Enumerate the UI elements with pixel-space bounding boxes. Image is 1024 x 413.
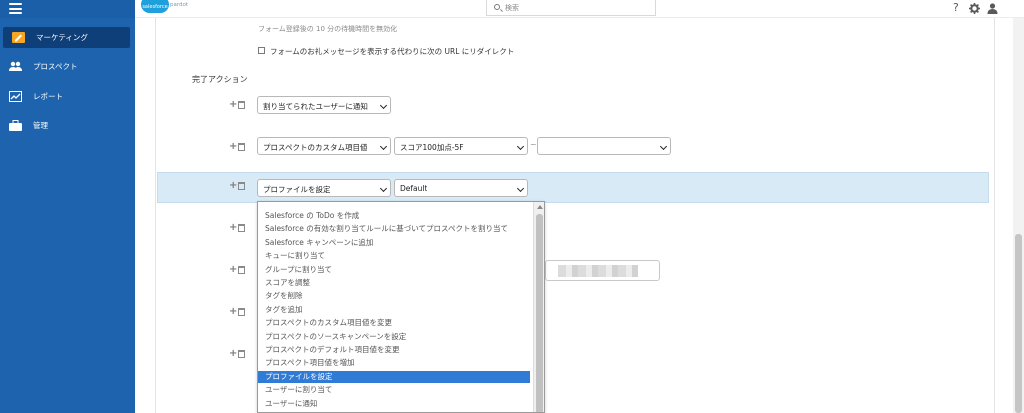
sidebar-item-reports[interactable]: レポート [0, 86, 135, 107]
action-select-3-value: プロファイルを設定 [263, 185, 331, 194]
sidebar-item-label: マーケティング [36, 33, 88, 42]
action-select-2-value: プロスペクトのカスタム項目値 [263, 143, 368, 152]
add-action-icon[interactable]: + [229, 265, 237, 275]
delete-action-icon[interactable] [238, 308, 245, 316]
sidebar-item-label: 管理 [33, 121, 48, 130]
top-bar: salesforce pardot 検索 ? [0, 0, 1024, 18]
redacted-value-field[interactable] [545, 260, 660, 281]
delete-action-icon[interactable] [238, 101, 245, 109]
custom-field-select-value: スコア100加点-5F [400, 143, 464, 152]
sidebar: マーケティング プロスペクト レポート 管理 [0, 18, 135, 413]
sidebar-item-label: レポート [33, 92, 63, 101]
option-assign-by-rule[interactable]: Salesforce の有効な割り当てルールに基づいてプロスペクトを割り当て [258, 223, 530, 235]
custom-field-select[interactable]: スコア100加点-5F [394, 137, 528, 155]
search-input[interactable]: 検索 [486, 0, 656, 16]
option-remove-tag[interactable]: タグを削除 [258, 290, 530, 302]
page-scrollbar-thumb[interactable] [1015, 234, 1022, 413]
action-select-1-value: 割り当てられたユーザーに通知 [263, 102, 368, 111]
option-increment-field[interactable]: プロスペクト項目値を増加 [258, 357, 530, 369]
add-action-icon[interactable]: + [229, 142, 237, 152]
option-adjust-score[interactable]: スコアを調整 [258, 277, 530, 289]
redacted-text [558, 265, 638, 277]
add-action-icon[interactable]: + [229, 181, 237, 191]
chart-icon [9, 91, 22, 102]
dropdown-scrollbar[interactable] [533, 202, 544, 412]
chevron-down-icon [379, 142, 388, 151]
add-action-icon[interactable]: + [229, 223, 237, 233]
action-row-controls: + [229, 265, 248, 275]
option-assign-queue[interactable]: キューに割り当て [258, 250, 530, 262]
sidebar-header [0, 0, 135, 18]
delete-action-icon[interactable] [238, 182, 245, 190]
sidebar-item-label: プロスペクト [33, 62, 78, 71]
pardot-label: pardot [170, 2, 189, 8]
salesforce-logo[interactable]: salesforce [141, 0, 169, 13]
action-row-controls: + [229, 349, 248, 359]
sidebar-item-prospects[interactable]: プロスペクト [0, 56, 135, 77]
chevron-down-icon [659, 142, 668, 151]
option-notify-user[interactable]: ユーザーに通知 [258, 398, 530, 410]
option-change-custom-field[interactable]: プロスペクトのカスタム項目値を変更 [258, 317, 530, 329]
add-action-icon[interactable]: + [229, 307, 237, 317]
dropdown-scrollbar-thumb[interactable] [536, 214, 543, 412]
briefcase-icon [9, 120, 22, 131]
chevron-down-icon [516, 142, 525, 151]
redirect-checkbox-label: フォームのお礼メッセージを表示する代わりに次の URL にリダイレクト [270, 47, 515, 56]
redirect-checkbox[interactable] [258, 47, 265, 54]
add-action-icon[interactable]: + [229, 349, 237, 359]
option-set-profile[interactable]: プロファイルを設定 [258, 370, 530, 383]
action-select-2[interactable]: プロスペクトのカスタム項目値 [257, 137, 391, 155]
action-row-controls: + [229, 142, 248, 152]
search-icon [494, 4, 500, 10]
hamburger-menu-icon[interactable] [9, 3, 22, 14]
option-assign-group[interactable]: グループに割り当て [258, 264, 530, 276]
add-action-icon[interactable]: + [229, 100, 237, 110]
gear-icon[interactable] [969, 3, 980, 17]
search-placeholder: 検索 [505, 4, 519, 12]
action-options-list[interactable]: Salesforce の ToDo を作成 Salesforce の有効な割り当… [257, 201, 545, 413]
option-assign-user[interactable]: ユーザーに割り当て [258, 384, 530, 396]
profile-select-value: Default [400, 184, 428, 193]
action-row-controls: + [229, 307, 248, 317]
option-add-tag[interactable]: タグを追加 [258, 304, 530, 316]
option-add-campaign[interactable]: Salesforce キャンペーンに追加 [258, 237, 530, 249]
action-row-controls: + [229, 100, 248, 110]
action-select-3[interactable]: プロファイルを設定 [257, 179, 391, 197]
delete-action-icon[interactable] [238, 350, 245, 358]
chevron-down-icon [379, 101, 388, 110]
sidebar-item-admin[interactable]: 管理 [0, 115, 135, 136]
option-change-default-field[interactable]: プロスペクトのデフォルト項目値を変更 [258, 344, 530, 356]
help-icon[interactable]: ? [953, 2, 959, 14]
logo-text: salesforce [142, 4, 168, 10]
profile-select[interactable]: Default [394, 179, 528, 197]
chevron-down-icon [379, 184, 388, 193]
completion-actions-heading: 完了アクション [192, 75, 248, 84]
delete-action-icon[interactable] [238, 224, 245, 232]
range-separator: ~ [530, 140, 537, 149]
option-set-source-campaign[interactable]: プロスペクトのソースキャンペーンを設定 [258, 331, 530, 343]
action-row-controls: + [229, 181, 248, 191]
user-icon[interactable] [987, 3, 998, 17]
sidebar-item-marketing[interactable]: マーケティング [3, 27, 130, 48]
chevron-down-icon [516, 184, 525, 193]
scroll-up-icon[interactable] [537, 205, 543, 209]
action-row-controls: + [229, 223, 248, 233]
users-icon [9, 61, 22, 72]
delete-action-icon[interactable] [238, 266, 245, 274]
action-select-1[interactable]: 割り当てられたユーザーに通知 [257, 96, 391, 114]
pencil-icon [12, 32, 25, 43]
field-value-select[interactable] [537, 137, 671, 155]
disable-wait-note: フォーム登録後の 10 分の待機時間を無効化 [258, 25, 398, 33]
option-create-todo[interactable]: Salesforce の ToDo を作成 [258, 210, 530, 222]
delete-action-icon[interactable] [238, 143, 245, 151]
